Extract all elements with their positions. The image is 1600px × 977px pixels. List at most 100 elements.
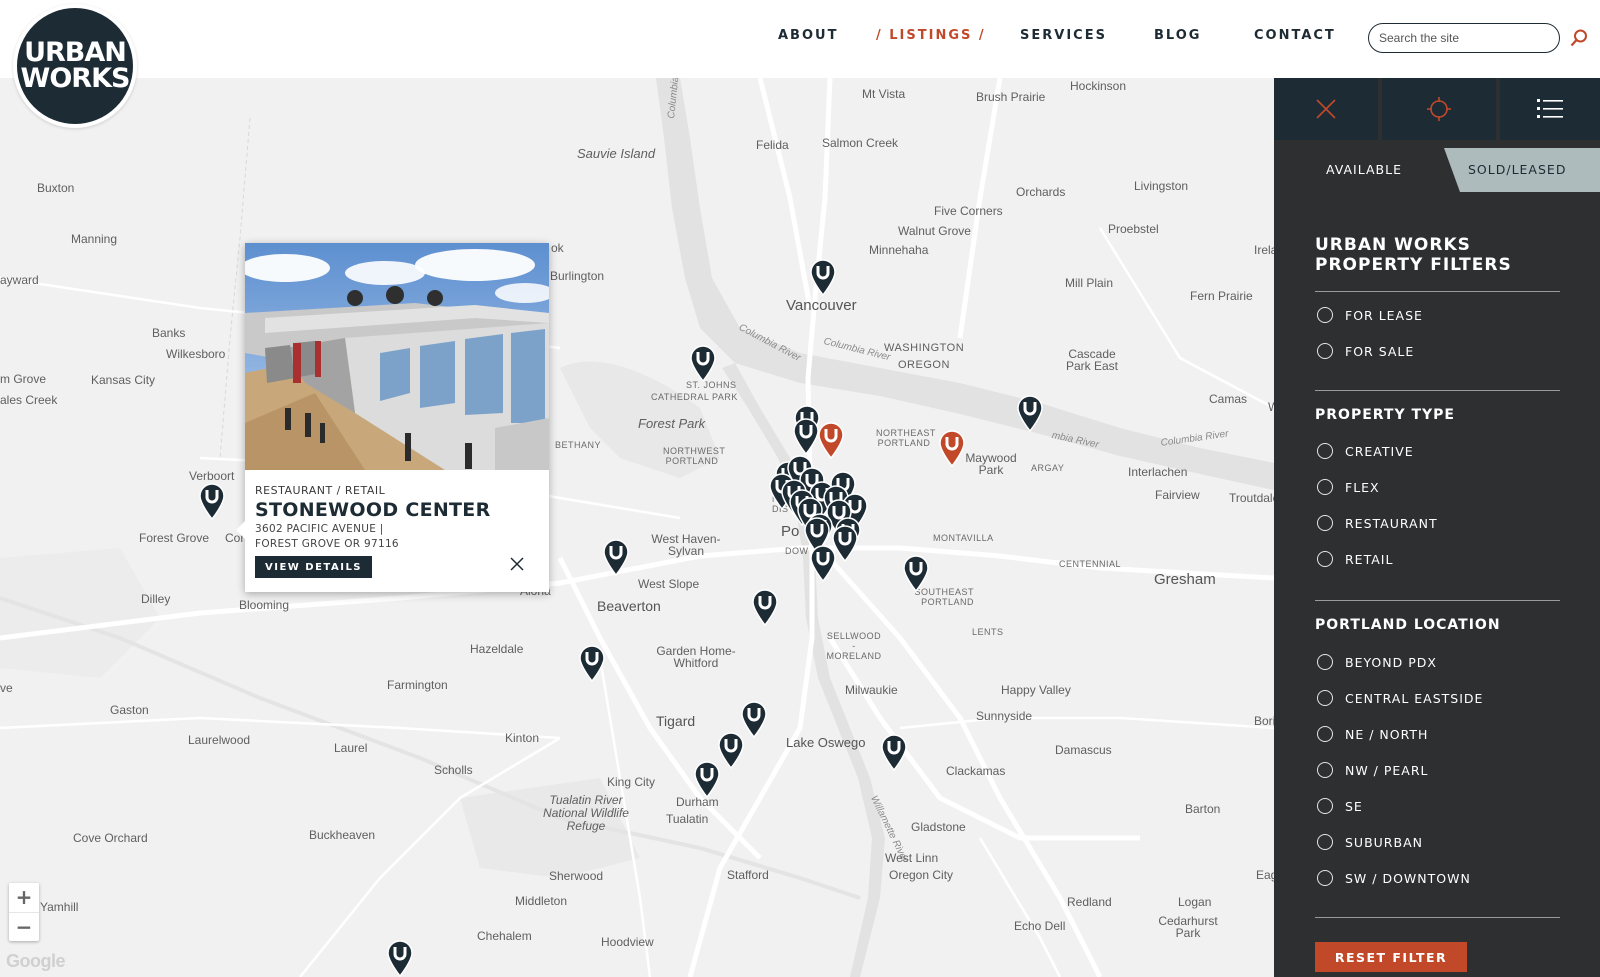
list-view-button[interactable] bbox=[1500, 78, 1600, 140]
place-label: Livingston bbox=[1134, 179, 1189, 193]
map-background bbox=[0, 78, 1274, 977]
place-label: Happy Valley bbox=[1001, 683, 1071, 697]
map-pin[interactable] bbox=[578, 644, 606, 682]
place-label: Irela bbox=[1254, 243, 1274, 257]
close-map-button[interactable] bbox=[1274, 78, 1378, 140]
location-option[interactable]: NE / NORTH bbox=[1317, 725, 1428, 743]
nav-listings[interactable]: / LISTINGS / bbox=[876, 28, 986, 43]
radio-button[interactable] bbox=[1317, 479, 1333, 495]
map-pin[interactable] bbox=[809, 258, 837, 296]
divider bbox=[1315, 917, 1560, 918]
tab-sold-leased[interactable]: SOLD/LEASED bbox=[1444, 148, 1600, 192]
zoom-in-button[interactable]: + bbox=[9, 883, 39, 912]
radio-button[interactable] bbox=[1317, 690, 1333, 706]
place-label: Chehalem bbox=[477, 929, 532, 943]
radio-button[interactable] bbox=[1317, 726, 1333, 742]
status-tabs: AVAILABLE SOLD/LEASED bbox=[1274, 148, 1600, 192]
search-input[interactable] bbox=[1379, 24, 1549, 51]
tab-available[interactable]: AVAILABLE bbox=[1274, 148, 1454, 192]
map-pin-active[interactable] bbox=[938, 429, 966, 467]
place-label: Yamhill bbox=[40, 900, 79, 914]
map-pin[interactable] bbox=[792, 417, 820, 455]
location-option[interactable]: CENTRAL EASTSIDE bbox=[1317, 689, 1483, 707]
divider bbox=[1315, 600, 1560, 601]
property-type-option[interactable]: RETAIL bbox=[1317, 550, 1393, 568]
reset-filter-button[interactable]: RESET FILTER bbox=[1315, 942, 1467, 972]
property-type-option[interactable]: RESTAURANT bbox=[1317, 514, 1438, 532]
place-label: Hazeldale bbox=[470, 642, 524, 656]
property-type-option[interactable]: FLEX bbox=[1317, 478, 1380, 496]
main-nav: ABOUT / LISTINGS / SERVICES BLOG CONTACT bbox=[0, 28, 1600, 48]
place-label: Brush Prairie bbox=[976, 90, 1046, 104]
address-line: 3602 PACIFIC AVENUE | bbox=[255, 523, 384, 535]
place-label: Cascade Park East bbox=[1065, 347, 1119, 373]
place-label: Lake Oswego bbox=[786, 735, 866, 750]
radio-button[interactable] bbox=[1317, 762, 1333, 778]
map-pin-active[interactable] bbox=[817, 421, 845, 459]
map-pin[interactable] bbox=[693, 760, 721, 798]
place-label: Logan bbox=[1178, 895, 1212, 909]
place-label: Oregon City bbox=[889, 868, 954, 882]
zoom-out-button[interactable]: − bbox=[9, 912, 39, 941]
listing-type-option[interactable]: FOR SALE bbox=[1317, 342, 1414, 360]
place-label: WASHINGTON bbox=[884, 342, 965, 354]
place-label: Burlington bbox=[550, 269, 605, 283]
location-option[interactable]: SE bbox=[1317, 797, 1363, 815]
radio-button[interactable] bbox=[1317, 834, 1333, 850]
location-option[interactable]: BEYOND PDX bbox=[1317, 653, 1437, 671]
place-label: Milwaukie bbox=[845, 683, 898, 697]
place-label: King City bbox=[607, 775, 656, 789]
site-header: ABOUT / LISTINGS / SERVICES BLOG CONTACT bbox=[0, 0, 1600, 78]
listing-type-option[interactable]: FOR LEASE bbox=[1317, 306, 1423, 324]
nav-blog[interactable]: BLOG bbox=[1154, 28, 1201, 43]
radio-button[interactable] bbox=[1317, 343, 1333, 359]
map-pin[interactable] bbox=[602, 538, 630, 576]
locate-button[interactable] bbox=[1382, 78, 1496, 140]
map-pin[interactable] bbox=[198, 482, 226, 520]
place-label: Mill Plain bbox=[1065, 276, 1114, 290]
map-pin[interactable] bbox=[689, 344, 717, 382]
place-label: NORTHWEST PORTLAND bbox=[663, 446, 726, 466]
view-details-button[interactable]: VIEW DETAILS bbox=[255, 556, 373, 578]
radio-button[interactable] bbox=[1317, 443, 1333, 459]
map-pin[interactable] bbox=[1016, 394, 1044, 432]
brand-logo[interactable]: URBAN WORKS bbox=[13, 4, 137, 128]
radio-button[interactable] bbox=[1317, 515, 1333, 531]
place-label: Echo Dell bbox=[1014, 919, 1066, 933]
radio-button[interactable] bbox=[1317, 551, 1333, 567]
place-label: Beaverton bbox=[597, 598, 661, 614]
map-pin[interactable] bbox=[902, 554, 930, 592]
radio-button[interactable] bbox=[1317, 654, 1333, 670]
radio-button[interactable] bbox=[1317, 870, 1333, 886]
property-image[interactable] bbox=[245, 243, 549, 470]
nav-contact[interactable]: CONTACT bbox=[1254, 28, 1336, 43]
location-option[interactable]: NW / PEARL bbox=[1317, 761, 1429, 779]
place-label: Fairview bbox=[1155, 488, 1200, 502]
place-label: Forest Grove bbox=[139, 531, 210, 545]
radio-button[interactable] bbox=[1317, 798, 1333, 814]
zoom-controls: + − bbox=[9, 883, 39, 941]
map-pin[interactable] bbox=[880, 733, 908, 771]
place-label: Minnehaha bbox=[869, 243, 929, 257]
close-icon[interactable] bbox=[509, 556, 525, 572]
map[interactable]: Mt Vista Brush Prairie Hockinson Sauvie … bbox=[0, 78, 1274, 977]
listing-type-option-label: FOR LEASE bbox=[1345, 307, 1423, 323]
location-option[interactable]: SUBURBAN bbox=[1317, 833, 1423, 851]
map-pin[interactable] bbox=[386, 939, 414, 977]
place-label: LENTS bbox=[972, 627, 1004, 637]
map-pin[interactable] bbox=[751, 588, 779, 626]
nav-about[interactable]: ABOUT bbox=[778, 28, 838, 43]
map-pin[interactable] bbox=[809, 544, 837, 582]
property-category: RESTAURANT / RETAIL bbox=[255, 484, 386, 497]
map-pin[interactable] bbox=[717, 731, 745, 769]
place-label: Laurel bbox=[334, 741, 368, 755]
search-icon[interactable] bbox=[1569, 28, 1589, 48]
place-label: Kinton bbox=[505, 731, 540, 745]
property-title[interactable]: STONEWOOD CENTER bbox=[255, 499, 491, 521]
nav-services[interactable]: SERVICES bbox=[1020, 28, 1107, 43]
popup-arrow bbox=[236, 521, 245, 539]
property-type-option[interactable]: CREATIVE bbox=[1317, 442, 1414, 460]
location-option[interactable]: SW / DOWNTOWN bbox=[1317, 869, 1471, 887]
place-label: Hockinson bbox=[1070, 79, 1127, 93]
radio-button[interactable] bbox=[1317, 307, 1333, 323]
